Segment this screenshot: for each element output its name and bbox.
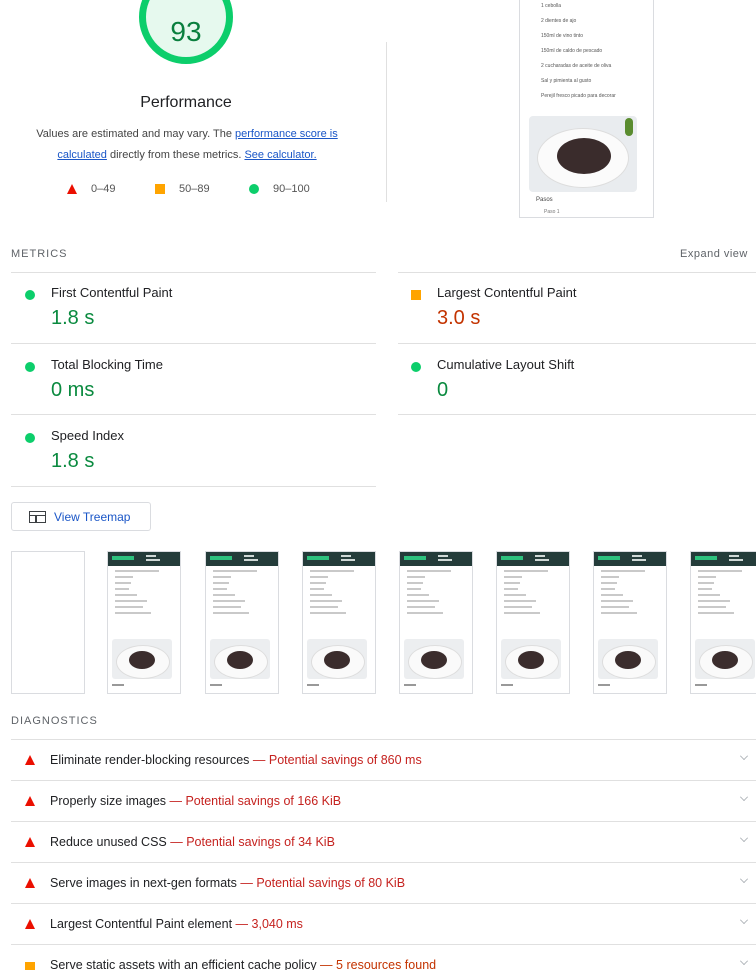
fail-triangle-icon: [67, 184, 77, 194]
divider: [11, 414, 376, 415]
divider: [398, 343, 756, 344]
diagnostic-item[interactable]: Largest Contentful Paint element — 3,040…: [0, 904, 756, 945]
chevron-down-icon: [740, 957, 748, 965]
divider: [398, 272, 756, 273]
metric-name: Speed Index: [51, 428, 125, 443]
diagnostic-item[interactable]: Eliminate render-blocking resources — Po…: [0, 740, 756, 781]
filmstrip-frame: [593, 551, 667, 694]
metric-value: 1.8 s: [51, 450, 95, 472]
diagnostic-detail: Potential savings of 34 KiB: [186, 835, 335, 849]
divider: [11, 486, 376, 487]
chevron-down-icon: [740, 875, 748, 883]
legend-fail-range: 0–49: [91, 183, 116, 195]
legend-pass: 90–100: [249, 183, 310, 195]
pass-circle-icon: [249, 184, 259, 194]
performance-score: 93: [170, 16, 202, 47]
chevron-down-icon: [740, 752, 748, 760]
legend-average: 50–89: [155, 183, 210, 195]
filmstrip-frame: [205, 551, 279, 694]
diagnostic-title: Serve images in next-gen formats: [50, 876, 237, 890]
score-note-prefix: Values are estimated and may vary. The: [36, 128, 235, 140]
expand-view-toggle[interactable]: Expand view: [680, 248, 748, 260]
metric-value: 0: [437, 379, 449, 401]
metrics-header: METRICS: [11, 248, 68, 260]
diagnostic-item[interactable]: Serve static assets with an efficient ca…: [0, 945, 756, 970]
chevron-down-icon: [740, 793, 748, 801]
screenshot-step1: Paso 1: [544, 209, 560, 215]
screenshot-line: 2 dientes de ajo: [541, 18, 577, 24]
diagnostic-item[interactable]: Serve images in next-gen formats — Poten…: [0, 863, 756, 904]
screenshot-line: 1 cebolla: [541, 3, 562, 9]
metric-value: 1.8 s: [51, 307, 95, 329]
score-note: Values are estimated and may vary. The p…: [20, 124, 354, 166]
diagnostics-header: DIAGNOSTICS: [11, 715, 98, 727]
divider: [398, 414, 756, 415]
legend-average-range: 50–89: [179, 183, 210, 195]
treemap-icon: [29, 510, 46, 523]
metric-name: Cumulative Layout Shift: [437, 357, 575, 372]
screenshot-line: 2 cucharadas de aceite de oliva: [541, 63, 612, 69]
fail-triangle-icon: [25, 796, 35, 806]
diagnostic-detail: Potential savings of 166 KiB: [185, 794, 342, 808]
fail-triangle-icon: [25, 919, 35, 929]
view-treemap-label: View Treemap: [54, 509, 131, 524]
diagnostic-title: Properly size images: [50, 794, 167, 808]
pass-circle-icon: [25, 290, 35, 300]
diagnostic-title: Largest Contentful Paint element: [50, 917, 233, 931]
chevron-down-icon: [740, 834, 748, 842]
divider: [11, 272, 376, 273]
performance-title: Performance: [140, 94, 232, 111]
final-screenshot: 1 cebolla 2 dientes de ajo 150ml de vino…: [519, 0, 654, 218]
screenshot-line: 150ml de caldo de pescado: [541, 48, 603, 54]
diagnostic-detail: Potential savings of 860 ms: [268, 753, 422, 767]
screenshot-line: Perejil fresco picado para decorar: [541, 93, 616, 99]
score-note-middle: directly from these metrics.: [106, 149, 245, 161]
average-square-icon: [411, 290, 421, 300]
pass-circle-icon: [25, 362, 35, 372]
divider: [11, 343, 376, 344]
metric-value: 3.0 s: [437, 307, 481, 329]
metric-name: First Contentful Paint: [51, 285, 173, 300]
diagnostic-title: Eliminate render-blocking resources: [50, 753, 250, 767]
fail-triangle-icon: [25, 878, 35, 888]
divider: [386, 42, 387, 202]
diagnostic-detail: 3,040 ms: [251, 917, 303, 931]
diagnostic-title: Serve static assets with an efficient ca…: [50, 958, 317, 970]
diagnostic-item[interactable]: Properly size images — Potential savings…: [0, 781, 756, 822]
fail-triangle-icon: [25, 755, 35, 765]
diagnostic-item[interactable]: Reduce unused CSS — Potential savings of…: [0, 822, 756, 863]
average-square-icon: [25, 962, 35, 970]
screenshot-line: Sal y pimienta al gusto: [541, 78, 592, 84]
legend-pass-range: 90–100: [273, 183, 310, 195]
screenshot-steps-label: Pasos: [536, 197, 553, 203]
legend-fail: 0–49: [67, 183, 115, 195]
chevron-down-icon: [740, 916, 748, 924]
filmstrip-frame: [690, 551, 756, 694]
metric-value: 0 ms: [51, 379, 95, 401]
diagnostic-title: Reduce unused CSS: [50, 835, 167, 849]
dish-image: [529, 116, 637, 192]
filmstrip-frame: [11, 551, 85, 694]
see-calculator-link[interactable]: See calculator.: [244, 149, 316, 161]
filmstrip-frame: [496, 551, 570, 694]
average-square-icon: [155, 184, 165, 194]
filmstrip-frame: [107, 551, 181, 694]
metric-name: Largest Contentful Paint: [437, 285, 577, 300]
diagnostic-detail: 5 resources found: [336, 958, 437, 970]
pass-circle-icon: [25, 433, 35, 443]
metric-name: Total Blocking Time: [51, 357, 163, 372]
view-treemap-button[interactable]: View Treemap: [11, 502, 151, 531]
pass-circle-icon: [411, 362, 421, 372]
filmstrip-frame: [302, 551, 376, 694]
diagnostic-detail: Potential savings of 80 KiB: [256, 876, 406, 890]
screenshot-line: 150ml de vino tinto: [541, 33, 583, 39]
fail-triangle-icon: [25, 837, 35, 847]
filmstrip-frame: [399, 551, 473, 694]
